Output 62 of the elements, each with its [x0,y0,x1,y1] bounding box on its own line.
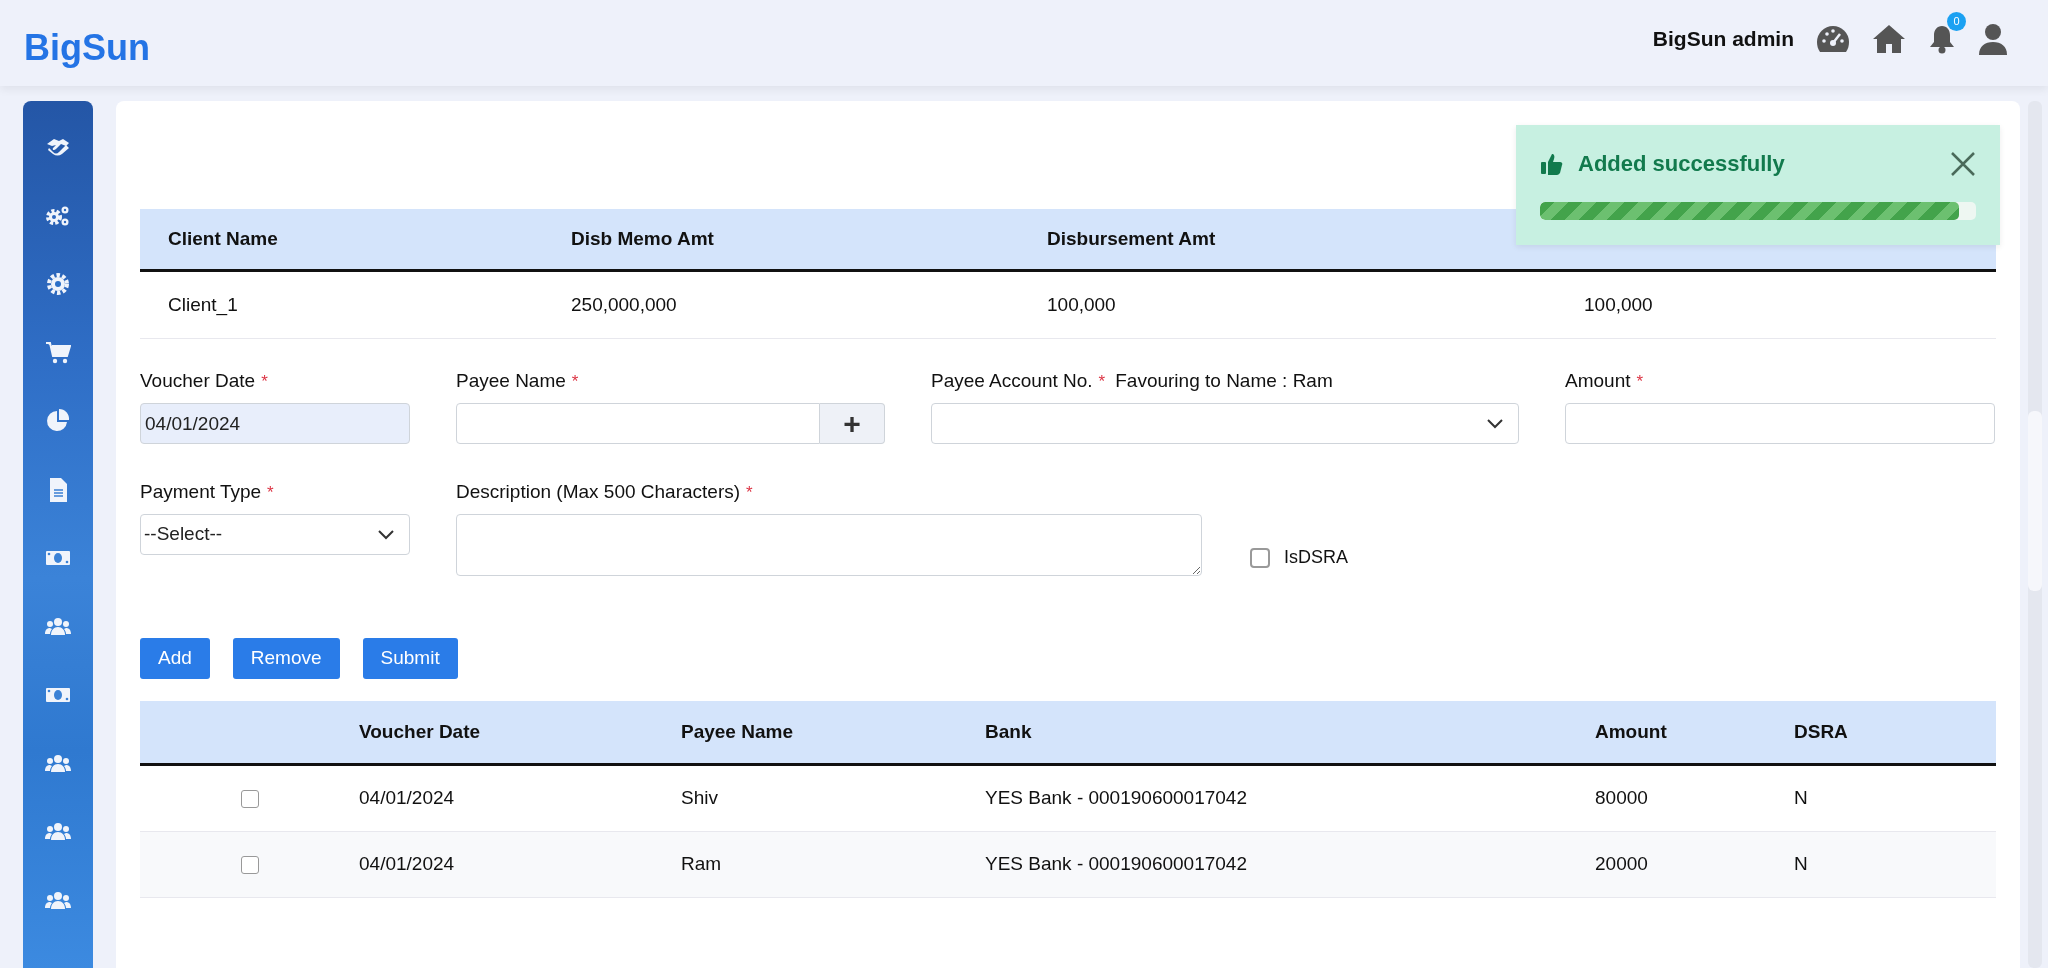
required-asterisk: * [267,482,274,504]
table-cell-text: 04/01/2024 [359,852,456,877]
user-icon[interactable] [1978,23,2008,55]
toast-message: Added successfully [1578,150,1785,178]
cart-icon[interactable] [45,339,71,366]
checkbox[interactable] [1250,547,1270,568]
column-header: Voucher Date [359,719,482,744]
table-cell-text: 20000 [1595,852,1649,877]
required-asterisk: * [261,371,268,393]
home-icon[interactable] [1872,24,1906,54]
table-cell-text: N [1794,852,1809,877]
field-label: Description (Max 500 Characters) [456,480,741,504]
action-button[interactable]: Submit [362,638,458,679]
table-cell-text: 100,000 [1047,292,1117,317]
field-label: Payee Account No. [931,369,1093,393]
table-cell-text: 80000 [1595,786,1649,811]
dashboard-gauge-icon[interactable] [1816,24,1850,54]
notification-bell-icon[interactable] [1928,24,1956,54]
column-header: Payee Name [681,719,794,744]
user-name: BigSun admin [1652,26,1794,53]
action-button[interactable]: Add [140,638,210,679]
chevron-down-icon [378,529,394,540]
checkbox-label: IsDSRA [1284,546,1348,569]
table-cell-text: YES Bank - 000190600017042 [985,786,1248,811]
date-field[interactable]: 04/01/2024 [140,403,410,444]
thumbs-up-icon [1540,151,1564,176]
required-asterisk: * [1098,371,1106,393]
add-payee-button[interactable]: + [820,403,885,444]
column-header: Disbursement Amt [1047,226,1217,251]
required-asterisk: * [746,482,753,504]
column-header: Disb Memo Amt [571,226,715,251]
column-header: Amount [1595,719,1668,744]
table-cell-text: YES Bank - 000190600017042 [985,852,1248,877]
field-label: Voucher Date [140,369,256,393]
table-cell-text: N [1794,786,1809,811]
column-header: Client Name [168,226,279,251]
table-cell-text: 04/01/2024 [359,786,456,811]
table-cell-text: Shiv [681,786,719,811]
table-cell-text: 250,000,000 [571,292,678,317]
row-checkbox[interactable] [240,789,259,808]
column-header: Bank [985,719,1033,744]
required-asterisk: * [571,371,579,393]
table-cell-text: Client_1 [168,292,239,318]
input-field[interactable] [456,403,820,444]
required-asterisk: * [1636,371,1644,393]
description-field[interactable] [456,514,1202,576]
input-field[interactable] [1565,403,1995,444]
gear-icon[interactable] [45,271,71,298]
notification-count: 0 [1947,12,1966,31]
field-label: Payee Name [456,369,566,393]
table-cell-text: Ram [681,852,723,877]
select-dropdown[interactable]: --Select-- [140,514,410,555]
favouring-note: Favouring to Name : Ram [1115,369,1333,393]
close-icon[interactable] [1950,150,1976,177]
chevron-down-icon [1487,418,1503,429]
row-checkbox[interactable] [240,855,259,874]
brand-logo: BigSun [24,26,150,70]
table-cell-text: 100,000 [1584,292,1654,317]
action-button[interactable]: Remove [232,638,340,679]
field-label: Payment Type [140,480,262,504]
field-label: Amount [1565,369,1631,393]
column-header: DSRA [1794,719,1849,744]
